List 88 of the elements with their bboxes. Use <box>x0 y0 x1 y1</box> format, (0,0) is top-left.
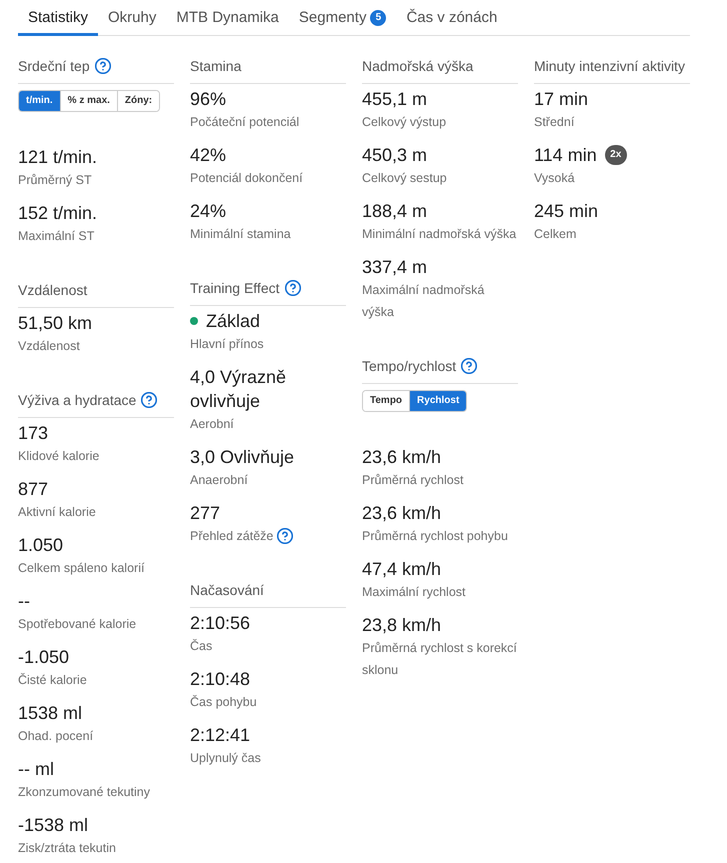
stat-label: Minimální stamina <box>190 226 291 243</box>
stat-value: 24% <box>190 200 226 223</box>
multiplier-badge: 2x <box>604 145 627 165</box>
stat-label: Průměrná rychlost pohybu <box>362 528 508 545</box>
stat-label: Průměrný ST <box>18 172 92 189</box>
tab[interactable]: Okruhy <box>98 0 166 36</box>
stat-label: Vysoká <box>534 170 575 187</box>
stat-value: 121 t/min. <box>18 146 98 169</box>
stat-label: Aerobní <box>190 416 234 433</box>
stat-value: 877 <box>18 478 48 501</box>
stat-value: 277 <box>190 502 220 525</box>
tab[interactable]: Statistiky <box>18 0 98 36</box>
stat-value: 47,4 km/h <box>362 558 442 581</box>
section-title: Výživa a hydratace <box>18 391 136 410</box>
help-icon[interactable] <box>141 392 158 408</box>
stat-value: 17 min <box>534 88 588 111</box>
stat-label: Ohad. pocení <box>18 728 94 745</box>
stat-label: Čisté kalorie <box>18 672 87 689</box>
stat-value: 1538 ml <box>18 702 82 725</box>
stat-value: 188,4 m <box>362 200 428 223</box>
stat-label: Potenciál dokončení <box>190 170 303 187</box>
stat-label: Čas <box>190 638 212 655</box>
segment-button[interactable]: t/min. <box>19 91 60 111</box>
section-title: Nadmořská výška <box>362 57 474 76</box>
stat-label: Maximální ST <box>18 228 94 245</box>
stat-label: Klidové kalorie <box>18 448 100 465</box>
stat-value: 23,6 km/h <box>362 502 442 525</box>
stat-value: 450,3 m <box>362 144 428 167</box>
help-icon[interactable] <box>94 58 111 74</box>
stat-label: Střední <box>534 114 574 131</box>
stat-label: Aktivní kalorie <box>18 504 96 521</box>
stat-label: Spotřebované kalorie <box>18 616 136 633</box>
stat-label: Celkový výstup <box>362 114 446 131</box>
stat-label: Celkem <box>534 226 576 243</box>
tab[interactable]: MTB Dynamika <box>166 0 289 36</box>
stat-label: Počáteční potenciál <box>190 114 300 131</box>
segment-button[interactable]: Zóny: <box>116 91 160 111</box>
stat-value: 4,0 Výrazně ovlivňuje <box>190 366 288 413</box>
stat-value: -1538 ml <box>18 814 88 837</box>
stat-value: 1.050 <box>18 534 64 557</box>
stat-value: 96% <box>190 88 226 111</box>
help-icon[interactable] <box>284 280 300 296</box>
stat-label: Průměrná rychlost <box>362 472 464 489</box>
stat-value: -- ml <box>18 758 54 781</box>
stat-label: Čas pohybu <box>190 694 257 711</box>
stat-value: 245 min <box>534 200 598 223</box>
stat-label: Maximální rychlost <box>362 584 466 601</box>
stat-value: 152 t/min. <box>18 202 98 225</box>
stat-label: Přehled zátěže <box>190 528 274 545</box>
stat-value: 455,1 m <box>362 88 428 111</box>
stat-value: 114 min <box>534 144 597 167</box>
stat-label: Zisk/ztráta tekutin <box>18 840 116 857</box>
stat-label: Hlavní přínos <box>190 336 264 353</box>
stat-label: Průměrná rychlost s korekcí sklonu <box>362 640 518 679</box>
section-title: Minuty intenzivní aktivity <box>534 57 685 76</box>
stat-value: 3,0 Ovlivňuje <box>190 446 294 469</box>
stat-label: Minimální nadmořská výška <box>362 226 516 243</box>
stat-value: Základ <box>206 310 260 333</box>
stat-label: Anaerobní <box>190 472 248 489</box>
help-icon[interactable] <box>277 528 294 544</box>
stat-value: -1.050 <box>18 646 70 669</box>
stat-value: -- <box>18 590 30 613</box>
section-title: Načasování <box>190 581 264 600</box>
help-icon[interactable] <box>461 358 478 374</box>
stat-label: Vzdálenost <box>18 338 80 355</box>
stat-label: Maximální nadmořská výška <box>362 282 486 321</box>
section-title: Tempo/rychlost <box>362 357 456 376</box>
stat-value: 2:12:41 <box>190 724 250 747</box>
stat-value: 23,8 km/h <box>362 614 442 637</box>
segment-button[interactable]: Rychlost <box>409 391 466 411</box>
stat-value: 2:10:56 <box>190 612 250 635</box>
stat-label: Celkem spáleno kalorií <box>18 560 144 577</box>
stat-value: 337,4 m <box>362 256 428 279</box>
tab[interactable]: Čas v zónách <box>396 0 508 36</box>
stat-label: Uplynulý čas <box>190 750 261 767</box>
section-title: Stamina <box>190 57 242 76</box>
count-badge: 5 <box>370 10 386 26</box>
section-title: Srdeční tep <box>18 57 90 76</box>
stat-value: 173 <box>18 422 48 445</box>
stat-label: Celkový sestup <box>362 170 447 187</box>
stat-value: 2:10:48 <box>190 668 250 691</box>
stat-value: 51,50 km <box>18 312 92 335</box>
stat-value: 42% <box>190 144 226 167</box>
section-title: Vzdálenost <box>18 281 88 300</box>
stat-label: Zkonzumované tekutiny <box>18 784 150 801</box>
tab[interactable]: Segmenty 5 <box>288 0 396 36</box>
section-title: Training Effect <box>190 279 280 298</box>
stat-value: 23,6 km/h <box>362 446 442 469</box>
